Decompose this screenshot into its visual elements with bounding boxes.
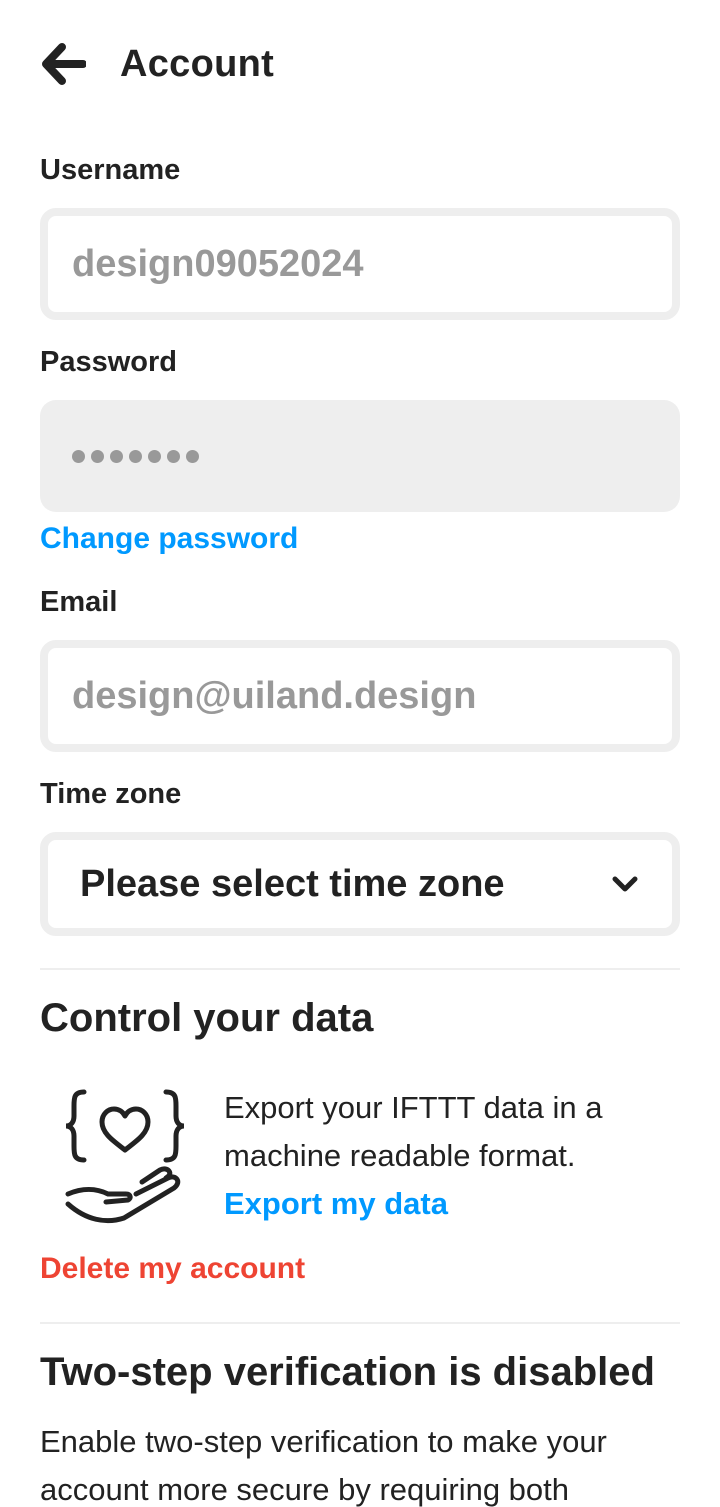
password-field: [40, 400, 680, 512]
export-section: Export your IFTTT data in a machine read…: [224, 1084, 680, 1228]
delete-account-link[interactable]: Delete my account: [40, 1252, 305, 1286]
export-description: Export your IFTTT data in a machine read…: [224, 1090, 603, 1173]
two-step-title: Two-step verification is disabled: [40, 1350, 655, 1394]
email-field-container: [40, 640, 680, 752]
timezone-selected-value: Please select time zone: [80, 862, 505, 905]
section-divider: [40, 1322, 680, 1324]
timezone-label: Time zone: [40, 778, 182, 810]
password-mask: [72, 449, 199, 463]
username-field[interactable]: [72, 242, 672, 286]
control-data-title: Control your data: [40, 996, 374, 1040]
page-title: Account: [120, 42, 275, 85]
section-divider: [40, 968, 680, 970]
email-label: Email: [40, 586, 118, 618]
timezone-select[interactable]: Please select time zone: [40, 832, 680, 936]
data-heart-hand-icon: [65, 1089, 185, 1224]
username-label: Username: [40, 154, 181, 186]
chevron-down-icon: [612, 876, 638, 892]
page-header: Account: [40, 36, 274, 92]
email-field[interactable]: [72, 674, 672, 718]
password-label: Password: [40, 346, 177, 378]
two-step-description: Enable two-step verification to make you…: [40, 1424, 607, 1507]
back-button[interactable]: [40, 36, 88, 92]
export-data-link[interactable]: Export my data: [224, 1180, 680, 1228]
change-password-link[interactable]: Change password: [40, 522, 298, 556]
arrow-left-icon: [42, 43, 86, 85]
username-field-container: [40, 208, 680, 320]
